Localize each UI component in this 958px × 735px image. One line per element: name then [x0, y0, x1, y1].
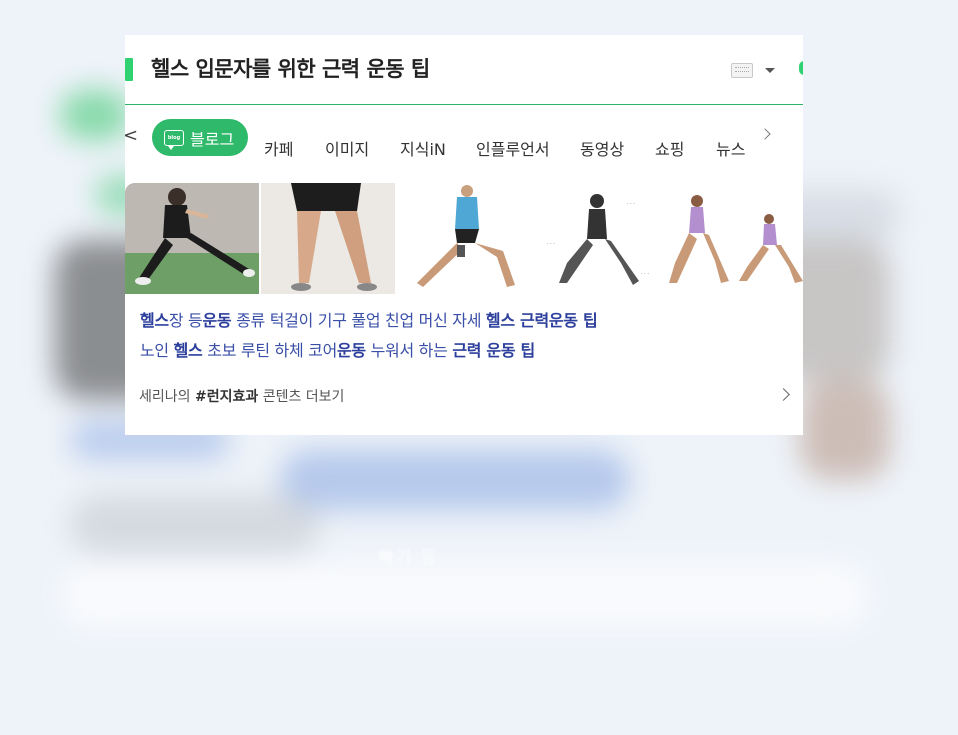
highlight-keyword: 헬스	[173, 341, 203, 360]
tab-blog-label: 블로그	[190, 129, 235, 149]
thumbnail-lunge-collage[interactable]: · · · · · · · · · 9	[397, 183, 803, 294]
tab-news[interactable]: 뉴스	[716, 136, 745, 160]
tab-blog[interactable]: blog 블로그	[152, 119, 249, 156]
tab-next-arrow-icon[interactable]	[761, 126, 771, 136]
chevron-down-icon[interactable]	[765, 68, 775, 73]
green-dot-icon	[799, 61, 803, 75]
tab-kin[interactable]: 지식iN	[400, 136, 446, 160]
highlight-keyword: 근력 운동 팁	[452, 341, 535, 360]
svg-text:· · ·: · · ·	[641, 271, 649, 277]
keyboard-icon[interactable]	[731, 63, 753, 78]
chevron-right-icon[interactable]	[777, 388, 790, 401]
snippet-text: 초보 루틴 하체 코어	[202, 341, 337, 360]
highlight-keyword: 운동	[202, 311, 232, 330]
more-content-link[interactable]: 세리나의 #런지효과 콘텐츠 더보기	[139, 386, 344, 406]
highlight-keyword: 헬스	[140, 311, 169, 330]
image-strip: · · · · · · · · · 9	[125, 183, 803, 294]
card-title[interactable]: 헬스 입문자를 위한 근력 운동 팁	[151, 53, 430, 83]
snippet-line-2[interactable]: 노인 헬스 초보 루틴 하체 코어운동 누워서 하는 근력 운동 팁	[140, 336, 597, 366]
svg-text:· · ·: · · ·	[547, 241, 555, 247]
tab-influencer[interactable]: 인플루언서	[476, 136, 550, 160]
snippet-text: 누워서 하는	[365, 341, 453, 360]
snippet-text: 종류 턱걸이 기구 풀업 친업 머신 자세	[231, 311, 486, 330]
search-result-card: 헬스 입문자를 위한 근력 운동 팁 < blog 블로그 카페 이미지 지식i…	[125, 35, 803, 435]
blog-icon: blog	[164, 129, 184, 150]
tab-image[interactable]: 이미지	[325, 136, 369, 160]
tab-bar: < blog 블로그 카페 이미지 지식iN 인플루언서 동영상 쇼핑 뉴스	[125, 105, 803, 169]
snippet-line-1[interactable]: 헬스장 등운동 종류 턱걸이 기구 풀업 친업 머신 자세 헬스 근력운동 팁	[140, 306, 598, 336]
highlight-keyword: 운동	[337, 341, 366, 360]
snippet-text: 노인	[140, 341, 174, 360]
title-accent-bar	[125, 58, 133, 81]
card-header: 헬스 입문자를 위한 근력 운동 팁	[125, 35, 803, 105]
tab-cafe[interactable]: 카페	[264, 136, 293, 160]
highlight-keyword: 헬스 근력운동 팁	[485, 311, 598, 330]
blurred-background-text: 빠기 등	[378, 548, 439, 568]
thumbnail-side-lunge[interactable]	[125, 183, 259, 294]
snippet-text: 장 등	[168, 311, 203, 330]
hashtag: #런지효과	[194, 389, 259, 405]
svg-text:· · ·: · · ·	[627, 201, 635, 207]
tab-video[interactable]: 동영상	[580, 136, 624, 160]
more-suffix: 콘텐츠 더보기	[258, 389, 345, 405]
thumbnail-legs[interactable]	[261, 183, 395, 294]
result-snippet[interactable]: 헬스장 등운동 종류 턱걸이 기구 풀업 친업 머신 자세 헬스 근력운동 팁 …	[140, 306, 598, 366]
tab-shopping[interactable]: 쇼핑	[655, 136, 684, 160]
more-prefix: 세리나의	[139, 389, 195, 405]
tab-prev-arrow-icon[interactable]: <	[125, 125, 138, 146]
